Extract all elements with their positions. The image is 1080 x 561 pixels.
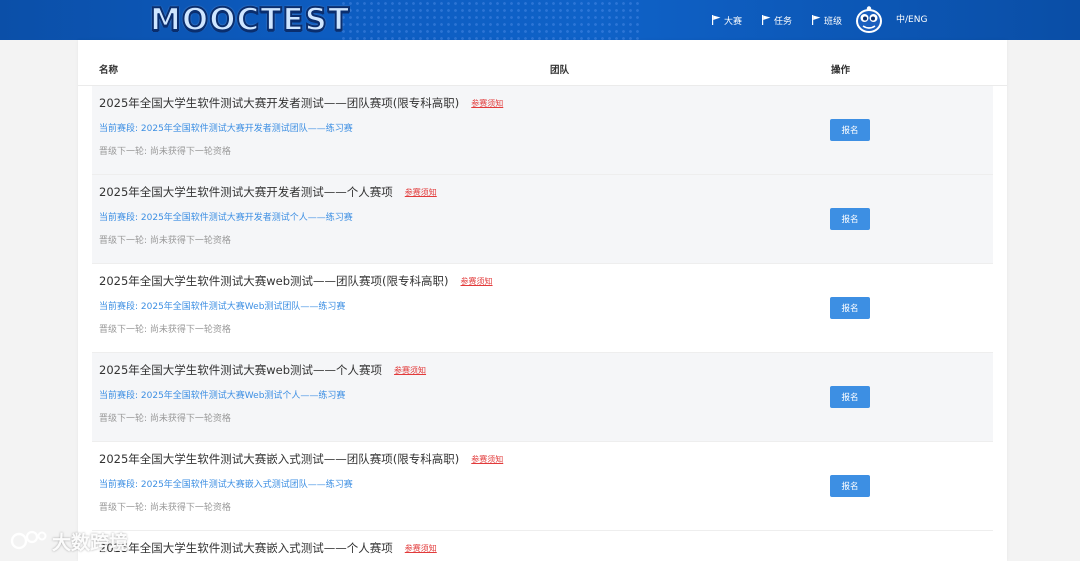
current-stage-link[interactable]: 当前赛段: 2025年全国软件测试大赛开发者测试个人——练习赛 [99, 210, 353, 223]
table-row: 2025年全国大学生软件测试大赛嵌入式测试——个人赛项 参赛须知 [92, 531, 993, 561]
contest-notice-link[interactable]: 参赛须知 [394, 365, 426, 376]
current-stage-link[interactable]: 当前赛段: 2025年全国软件测试大赛嵌入式测试团队——练习赛 [99, 477, 353, 490]
contest-title: 2025年全国大学生软件测试大赛嵌入式测试——个人赛项 参赛须知 [99, 540, 437, 556]
flag-icon [762, 15, 771, 25]
flag-icon [712, 15, 721, 25]
next-round-status: 晋级下一轮: 尚未获得下一轮资格 [99, 414, 231, 424]
table-row: 2025年全国大学生软件测试大赛开发者测试——个人赛项 参赛须知 当前赛段: 2… [92, 175, 993, 264]
current-stage-link[interactable]: 当前赛段: 2025年全国软件测试大赛开发者测试团队——练习赛 [99, 121, 353, 134]
contest-list-card: 名称 团队 操作 2025年全国大学生软件测试大赛开发者测试——团队赛项(限专科… [78, 40, 1007, 561]
current-stage-link[interactable]: 当前赛段: 2025年全国软件测试大赛Web测试个人——练习赛 [99, 388, 345, 401]
contest-title-text: 2025年全国大学生软件测试大赛开发者测试——个人赛项 [99, 185, 393, 199]
nav-label: 任务 [774, 16, 793, 27]
next-round-status: 晋级下一轮: 尚未获得下一轮资格 [99, 325, 231, 335]
contest-notice-link[interactable]: 参赛须知 [461, 276, 493, 287]
contest-title: 2025年全国大学生软件测试大赛开发者测试——个人赛项 参赛须知 [99, 184, 437, 200]
table-header: 名称 团队 操作 [78, 40, 1007, 86]
table-row: 2025年全国大学生软件测试大赛开发者测试——团队赛项(限专科高职) 参赛须知 … [92, 86, 993, 175]
nav-item-task[interactable]: 任务 [762, 0, 792, 40]
table-row: 2025年全国大学生软件测试大赛嵌入式测试——团队赛项(限专科高职) 参赛须知 … [92, 442, 993, 531]
column-header-team: 团队 [550, 65, 570, 76]
next-round-status: 晋级下一轮: 尚未获得下一轮资格 [99, 147, 231, 157]
next-round-status: 晋级下一轮: 尚未获得下一轮资格 [99, 503, 231, 513]
nav-label: 班级 [824, 16, 843, 27]
contest-title-text: 2025年全国大学生软件测试大赛web测试——个人赛项 [99, 363, 383, 377]
contest-title-text: 2025年全国大学生软件测试大赛嵌入式测试——团队赛项(限专科高职) [99, 452, 460, 466]
watermark-text: 大数跨境 [52, 531, 129, 554]
contest-title: 2025年全国大学生软件测试大赛web测试——个人赛项 参赛须知 [99, 362, 426, 378]
contest-title-text: 2025年全国大学生软件测试大赛开发者测试——团队赛项(限专科高职) [99, 96, 460, 110]
next-round-status: 晋级下一轮: 尚未获得下一轮资格 [99, 236, 231, 246]
signup-button[interactable]: 报名 [830, 297, 870, 319]
watermark-logo-icon [10, 530, 47, 550]
mooctest-logo[interactable]: MOOCTEST [149, 1, 350, 39]
table-row: 2025年全国大学生软件测试大赛web测试——团队赛项(限专科高职) 参赛须知 … [92, 264, 993, 353]
nav-item-contest[interactable]: 大赛 [712, 0, 742, 40]
watermark: 大数跨境 [10, 526, 128, 556]
contest-title: 2025年全国大学生软件测试大赛web测试——团队赛项(限专科高职) 参赛须知 [99, 273, 493, 289]
contest-notice-link[interactable]: 参赛须知 [471, 98, 503, 109]
contest-notice-link[interactable]: 参赛须知 [405, 187, 437, 198]
table-row: 2025年全国大学生软件测试大赛web测试——个人赛项 参赛须知 当前赛段: 2… [92, 353, 993, 442]
language-toggle[interactable]: 中/ENG [896, 0, 927, 40]
contest-notice-link[interactable]: 参赛须知 [471, 454, 503, 465]
header-decoration [340, 0, 640, 40]
column-header-name: 名称 [99, 65, 119, 76]
contest-title-text: 2025年全国大学生软件测试大赛嵌入式测试——个人赛项 [99, 541, 393, 555]
current-stage-link[interactable]: 当前赛段: 2025年全国软件测试大赛Web测试团队——练习赛 [99, 299, 345, 312]
top-header: MOOCTEST 大赛 任务 班级 中/ENG [0, 0, 1080, 40]
contest-title-text: 2025年全国大学生软件测试大赛web测试——团队赛项(限专科高职) [99, 274, 449, 288]
flag-icon [812, 15, 821, 25]
signup-button[interactable]: 报名 [830, 208, 870, 230]
signup-button[interactable]: 报名 [830, 119, 870, 141]
column-header-action: 操作 [831, 65, 851, 76]
contest-title: 2025年全国大学生软件测试大赛嵌入式测试——团队赛项(限专科高职) 参赛须知 [99, 451, 503, 467]
contest-title: 2025年全国大学生软件测试大赛开发者测试——团队赛项(限专科高职) 参赛须知 [99, 95, 503, 111]
signup-button[interactable]: 报名 [830, 475, 870, 497]
contest-notice-link[interactable]: 参赛须知 [405, 543, 437, 554]
nav-item-class[interactable]: 班级 [812, 0, 842, 40]
signup-button[interactable]: 报名 [830, 386, 870, 408]
nav-label: 大赛 [724, 16, 743, 27]
user-avatar-icon[interactable] [854, 5, 884, 35]
